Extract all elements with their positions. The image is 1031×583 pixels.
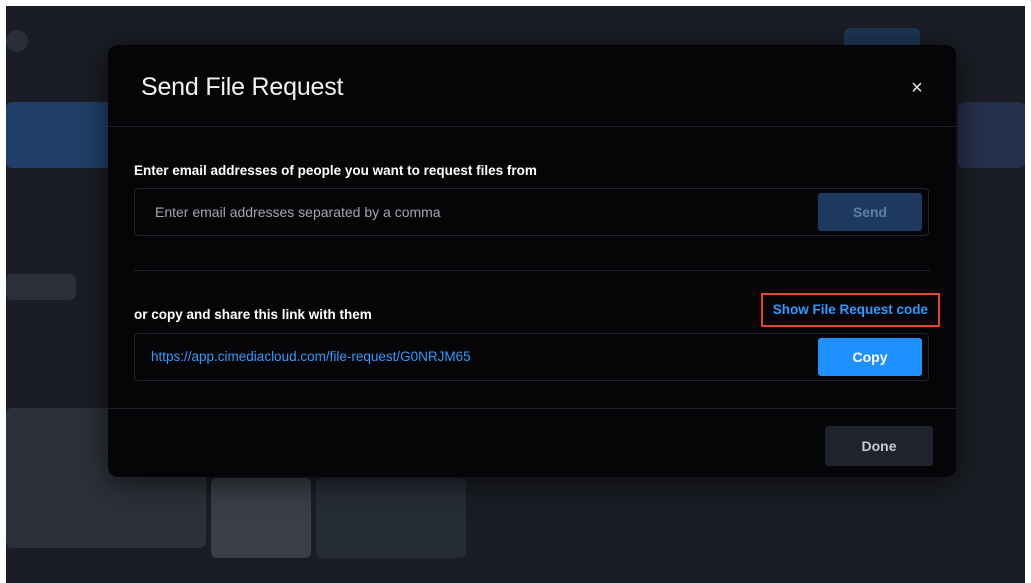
header-divider [108, 126, 956, 127]
send-button[interactable]: Send [818, 193, 922, 231]
email-section-label: Enter email addresses of people you want… [134, 163, 537, 178]
share-link-row: https://app.cimediacloud.com/file-reques… [134, 333, 929, 381]
background-avatar [6, 30, 28, 52]
background-banner-right [958, 102, 1025, 168]
show-file-request-code-link[interactable]: Show File Request code [760, 293, 940, 327]
link-section-label: or copy and share this link with them [134, 307, 372, 322]
done-button[interactable]: Done [825, 426, 933, 466]
footer-divider [108, 408, 956, 409]
background-thumbnail [316, 478, 466, 558]
dialog-title: Send File Request [141, 73, 344, 101]
background-thumbnail [211, 478, 311, 558]
background-banner [6, 102, 116, 168]
email-field-row: Send [134, 188, 929, 236]
file-request-link[interactable]: https://app.cimediacloud.com/file-reques… [151, 349, 471, 364]
section-divider [134, 270, 930, 271]
email-input[interactable] [135, 189, 815, 235]
copy-button[interactable]: Copy [818, 338, 922, 376]
send-file-request-dialog: Send File Request × Enter email addresse… [108, 45, 956, 477]
close-icon[interactable]: × [904, 75, 930, 101]
background-chip [6, 274, 76, 300]
